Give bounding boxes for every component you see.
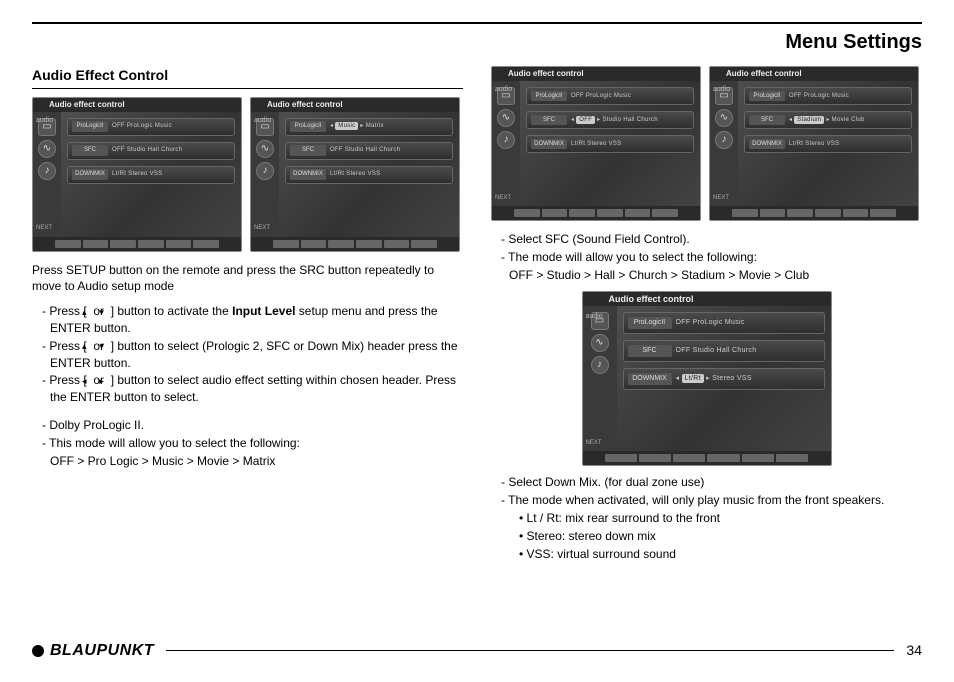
row-values: OFF ProLogic Music [676,318,820,328]
screenshot-title: Audio effect control [492,67,700,81]
row-values: Lt/Rt Stereo VSS [789,140,907,148]
note-icon: ♪ [715,131,733,149]
sfc-list: - Select SFC (Sound Field Control). - Th… [491,231,922,266]
row-values: OFF ProLogic Music [571,92,689,100]
list-item: - Press [ ◂ or ▸ ] button to select audi… [42,372,463,406]
row-label: SFC [628,345,672,357]
audio-label: audio [254,116,271,126]
row-label: DOWNMIX [531,139,567,149]
brand-dot-icon [32,645,44,657]
highlight: Lt/Rt [682,374,704,383]
list-item: • VSS: virtual surround sound [519,546,922,563]
list-item: - Press [ ▴ or ▾ ] button to activate th… [42,303,463,337]
row-values: ◂ Lt/Rt ▸ Stereo VSS [676,374,820,384]
row-label: ProLogicII [628,317,672,329]
brand-text: BLAUPUNKT [50,640,154,662]
row-values: Lt/Rt Stereo VSS [112,170,230,178]
screenshot-title: Audio effect control [583,292,831,306]
list-item: - The mode when activated, will only pla… [501,492,922,509]
screenshot-title: Audio effect control [710,67,918,81]
audio-label: audio [495,85,512,95]
wave-icon: ∿ [497,109,515,127]
row-values: ◂ Music ▸ Matrix [330,122,448,130]
screenshot-title: Audio effect control [251,98,459,112]
audio-label: audio [36,116,53,126]
row-values: OFF ProLogic Music [112,122,230,130]
intro-text: Press SETUP button on the remote and pre… [32,262,463,296]
row-label: DOWNMIX [72,169,108,179]
screenshot-5: Audio effect control audio NEXT ▭∿♪ ProL… [582,291,832,466]
row-label: ProLogicII [290,121,326,131]
list-item: • Lt / Rt: mix rear surround to the fron… [519,510,922,527]
row-label: ProLogicII [749,91,785,101]
note-icon: ♪ [38,162,56,180]
footer: BLAUPUNKT 34 [32,640,922,662]
screenshot-title: Audio effect control [33,98,241,112]
row-values: OFF Studio Hall Church [112,146,230,154]
next-label: NEXT [586,439,602,447]
note-icon: ♪ [591,356,609,374]
row-label: DOWNMIX [749,139,785,149]
row-values: ◂ OFF ▸ Studio Hall Church [571,116,689,124]
row-label: SFC [290,145,326,155]
note-icon: ♪ [497,131,515,149]
list-item: • Stereo: stereo down mix [519,528,922,545]
row-label: SFC [72,145,108,155]
page-title: Menu Settings [32,28,922,56]
sfc-values: OFF > Studio > Hall > Church > Stadium >… [491,267,922,284]
mode-list: - Dolby ProLogic II. - This mode will al… [32,417,463,452]
row-label: ProLogicII [72,121,108,131]
list-item: - The mode will allow you to select the … [501,249,922,266]
wave-icon: ∿ [38,140,56,158]
list-item: - Press [ ▴ or ▾ ] button to select (Pro… [42,338,463,372]
next-label: NEXT [495,194,511,202]
audio-label: audio [586,312,603,322]
bullet-list: • Lt / Rt: mix rear surround to the fron… [491,510,922,562]
row-label: ProLogicII [531,91,567,101]
screenshot-3: Audio effect control audio NEXT ▭∿♪ ProL… [491,66,701,221]
section-title: Audio Effect Control [32,66,463,89]
downmix-list: - Select Down Mix. (for dual zone use) -… [491,474,922,509]
row-label: DOWNMIX [628,373,672,385]
list-item: - Dolby ProLogic II. [42,417,463,434]
next-label: NEXT [36,224,52,232]
list-item: - Select SFC (Sound Field Control). [501,231,922,248]
right-column: Audio effect control audio NEXT ▭∿♪ ProL… [491,66,922,563]
wave-icon: ∿ [715,109,733,127]
row-values: OFF Studio Hall Church [330,146,448,154]
highlight: Music [335,122,358,130]
footer-line [166,650,894,651]
row-values: OFF Studio Hall Church [676,346,820,356]
brand-logo: BLAUPUNKT [32,640,154,662]
row-label: DOWNMIX [290,169,326,179]
list-item: - Select Down Mix. (for dual zone use) [501,474,922,491]
list-item: - This mode will allow you to select the… [42,435,463,452]
screenshot-1: Audio effect control audio NEXT ▭∿♪ ProL… [32,97,242,252]
row-label: SFC [749,115,785,125]
next-label: NEXT [713,194,729,202]
bold-text: Input Level [232,304,295,318]
mode-values: OFF > Pro Logic > Music > Movie > Matrix [32,453,463,470]
left-column: Audio Effect Control Audio effect contro… [32,66,463,563]
row-values: OFF ProLogic Music [789,92,907,100]
row-values: ◂ Stadium ▸ Movie Club [789,116,907,124]
row-values: Lt/Rt Stereo VSS [571,140,689,148]
next-label: NEXT [254,224,270,232]
row-label: SFC [531,115,567,125]
wave-icon: ∿ [591,334,609,352]
highlight: Stadium [794,116,824,124]
note-icon: ♪ [256,162,274,180]
wave-icon: ∿ [256,140,274,158]
highlight: OFF [576,116,595,124]
row-values: Lt/Rt Stereo VSS [330,170,448,178]
page-number: 34 [906,641,922,661]
audio-label: audio [713,85,730,95]
instruction-list: - Press [ ▴ or ▾ ] button to activate th… [32,303,463,406]
screenshot-4: Audio effect control audio NEXT ▭∿♪ ProL… [709,66,919,221]
screenshot-2: Audio effect control audio NEXT ▭∿♪ ProL… [250,97,460,252]
